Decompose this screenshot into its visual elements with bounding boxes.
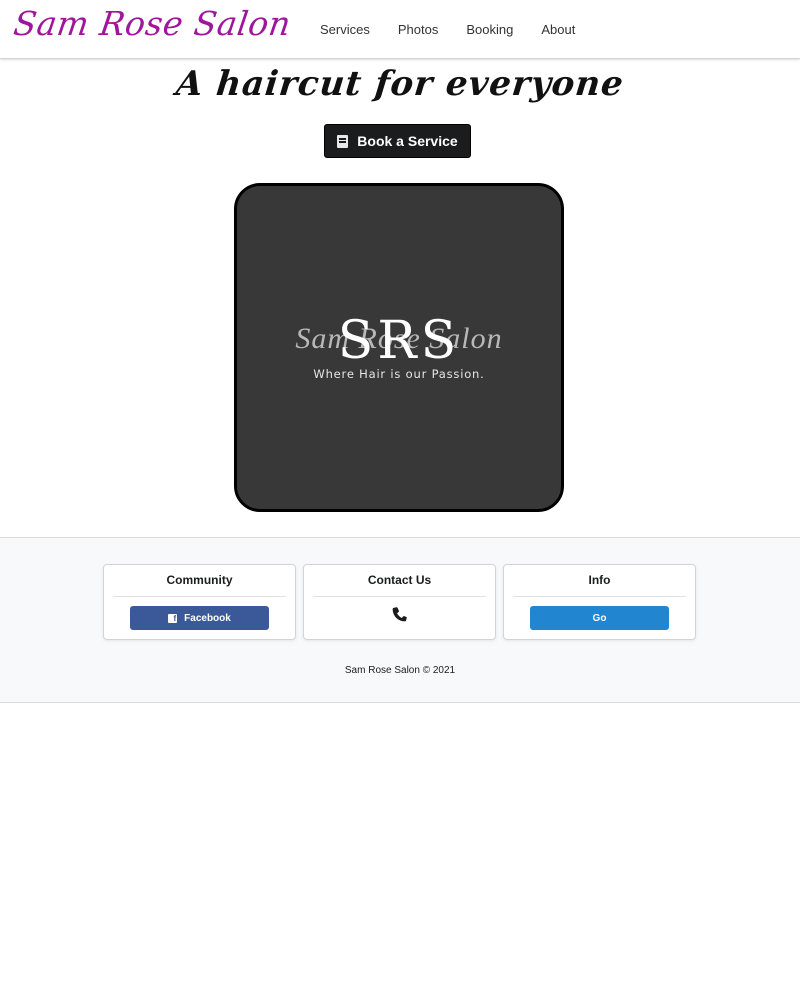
nav-booking[interactable]: Booking	[452, 0, 527, 58]
book-service-button[interactable]: Book a Service	[324, 124, 471, 158]
facebook-icon: f	[168, 613, 178, 623]
main-nav: Services Photos Booking About	[306, 0, 589, 58]
nav-photos[interactable]: Photos	[384, 0, 452, 58]
nav-about[interactable]: About	[527, 0, 589, 58]
community-title: Community	[166, 573, 233, 587]
brand-logo[interactable]: Sam Rose Salon	[11, 4, 293, 43]
logo-slogan: Where Hair is our Passion.	[313, 367, 484, 381]
site-footer: Community f Facebook Contact Us Info Go …	[0, 537, 800, 703]
nav-services[interactable]: Services	[306, 0, 384, 58]
phone-icon	[392, 607, 407, 622]
book-service-label: Book a Service	[357, 133, 458, 149]
info-card: Info Go	[503, 564, 696, 640]
contact-card: Contact Us	[303, 564, 496, 640]
facebook-button[interactable]: f Facebook	[130, 606, 269, 630]
divider	[313, 596, 486, 597]
salon-logo-image: Sam Rose Salon SRS Where Hair is our Pas…	[234, 183, 564, 512]
hero-tagline: A haircut for everyone	[174, 64, 626, 104]
info-title: Info	[588, 573, 611, 587]
top-navbar: Sam Rose Salon Services Photos Booking A…	[0, 0, 800, 59]
divider	[513, 596, 686, 597]
phone-link[interactable]	[304, 604, 495, 624]
divider	[113, 596, 286, 597]
contact-title: Contact Us	[367, 573, 432, 587]
logo-monogram: SRS	[338, 311, 460, 371]
go-button[interactable]: Go	[530, 606, 669, 630]
community-card: Community f Facebook	[103, 564, 296, 640]
salon-logo-mark: Sam Rose Salon SRS Where Hair is our Pas…	[295, 311, 501, 381]
copyright-text: Sam Rose Salon © 2021	[344, 665, 456, 676]
facebook-label: Facebook	[184, 612, 231, 624]
book-icon	[337, 134, 349, 148]
